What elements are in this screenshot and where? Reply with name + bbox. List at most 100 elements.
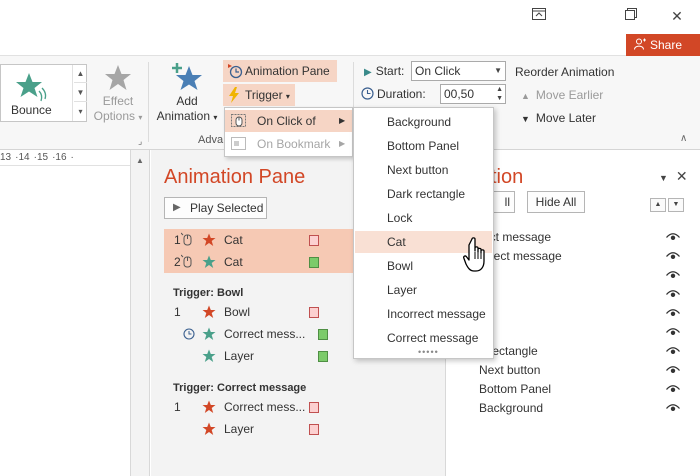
selection-item[interactable]: Bottom Panel bbox=[479, 380, 689, 399]
animation-row[interactable]: Layer bbox=[164, 418, 444, 440]
scroll-up-icon[interactable]: ▲ bbox=[136, 156, 144, 165]
duration-stepper[interactable]: 00,50 ▲ ▼ bbox=[440, 84, 506, 104]
timeline-bar[interactable] bbox=[309, 424, 319, 435]
play-icon: ▶ bbox=[173, 202, 181, 213]
star-icon bbox=[202, 233, 216, 246]
star-icon bbox=[202, 400, 216, 413]
hide-all-button[interactable]: Hide All bbox=[527, 191, 585, 213]
pane-options-chevron-icon[interactable]: ▼ bbox=[659, 173, 668, 183]
spin-up-icon[interactable]: ▲ bbox=[496, 86, 503, 94]
mouse-click-icon bbox=[231, 114, 246, 127]
trigger-button[interactable]: Trigger ▾ bbox=[223, 84, 295, 106]
timeline-bar[interactable] bbox=[318, 351, 328, 362]
close-pane-icon[interactable]: ✕ bbox=[676, 168, 688, 184]
menu-item-correct-message[interactable]: Correct message bbox=[355, 327, 492, 349]
title-bar: ✕ Share bbox=[0, 0, 700, 56]
trigger-object-menu: Background Bottom Panel Next button Dark… bbox=[353, 107, 494, 359]
selection-item[interactable]: Background bbox=[479, 399, 689, 418]
eye-icon[interactable] bbox=[666, 271, 680, 280]
duration-value: 00,50 bbox=[444, 87, 475, 101]
gallery-more-icon[interactable]: ▾ bbox=[74, 103, 87, 121]
menu-resize-grip-icon[interactable]: ••••• bbox=[418, 347, 439, 357]
move-later-button[interactable]: ▼ Move Later bbox=[521, 111, 596, 125]
animation-row[interactable]: 1 Correct mess... bbox=[164, 396, 444, 418]
chevron-down-icon: ▾ bbox=[138, 113, 143, 122]
chevron-down-icon: ▾ bbox=[213, 113, 218, 122]
selection-item[interactable] bbox=[479, 266, 689, 285]
star-icon bbox=[202, 305, 216, 318]
menu-item-bottom-panel[interactable]: Bottom Panel bbox=[355, 135, 492, 157]
menu-item-background[interactable]: Background bbox=[355, 111, 492, 133]
gallery-scroll-down-icon[interactable]: ▼ bbox=[74, 84, 87, 102]
menu-item-dark-rectangle[interactable]: Dark rectangle bbox=[355, 183, 492, 205]
eye-icon[interactable] bbox=[666, 347, 680, 356]
menu-item-on-click-of[interactable]: On Click of ▶ bbox=[225, 110, 352, 132]
chevron-down-icon: ▾ bbox=[285, 92, 290, 101]
menu-item-layer[interactable]: Layer bbox=[355, 279, 492, 301]
selection-item[interactable]: rect message bbox=[479, 228, 689, 247]
gallery-item-bounce[interactable]: Bounce bbox=[1, 65, 73, 121]
timeline-bar[interactable] bbox=[309, 257, 319, 268]
ruler-tick: 16 bbox=[55, 152, 67, 163]
play-selected-label: Play Selected bbox=[190, 201, 264, 215]
timeline-bar[interactable] bbox=[309, 307, 319, 318]
add-animation-label-2: Animation bbox=[156, 109, 210, 123]
move-earlier-button[interactable]: ▲ Move Earlier bbox=[521, 88, 603, 102]
timeline-bar[interactable] bbox=[309, 235, 319, 246]
eye-icon[interactable] bbox=[666, 290, 680, 299]
gallery-scroll-up-icon[interactable]: ▲ bbox=[74, 65, 87, 83]
selection-item[interactable] bbox=[479, 304, 689, 323]
selection-pane-title: tion bbox=[491, 166, 524, 188]
eye-icon[interactable] bbox=[666, 233, 680, 242]
bring-forward-icon[interactable]: ▲ bbox=[650, 198, 666, 212]
start-label: ▶ Start: bbox=[364, 64, 405, 78]
dialog-launcher-icon[interactable]: ⌟ bbox=[138, 136, 142, 147]
menu-item-incorrect-message[interactable]: Incorrect message bbox=[355, 303, 492, 325]
selection-item[interactable]: orrect message bbox=[479, 247, 689, 266]
spin-down-icon[interactable]: ▼ bbox=[496, 95, 503, 103]
effect-options-label-2: Options bbox=[93, 109, 135, 123]
clock-icon bbox=[361, 87, 374, 100]
menu-item-lock[interactable]: Lock bbox=[355, 207, 492, 229]
start-select[interactable]: On Click ▼ bbox=[411, 61, 506, 81]
close-icon[interactable]: ✕ bbox=[667, 8, 687, 24]
reorder-animation-label: Reorder Animation bbox=[515, 65, 615, 79]
trigger-heading: Trigger: Bowl bbox=[173, 287, 244, 299]
arrow-up-icon: ▲ bbox=[521, 91, 530, 101]
ruler-tick: 14 bbox=[18, 152, 30, 163]
ribbon-group-separator bbox=[148, 62, 149, 142]
share-label: Share bbox=[650, 38, 683, 52]
add-animation-button[interactable]: Add Animation ▾ bbox=[152, 62, 222, 125]
eye-icon[interactable] bbox=[666, 385, 680, 394]
selection-item[interactable] bbox=[479, 323, 689, 342]
bookmark-icon bbox=[231, 137, 246, 150]
restore-icon[interactable] bbox=[621, 8, 641, 24]
effect-options-button[interactable]: Effect Options ▾ bbox=[92, 64, 144, 125]
eye-icon[interactable] bbox=[666, 252, 680, 261]
star-icon bbox=[202, 422, 216, 435]
menu-item-on-bookmark[interactable]: On Bookmark ▶ bbox=[225, 133, 352, 155]
selection-item[interactable]: Next button bbox=[479, 361, 689, 380]
eye-icon[interactable] bbox=[666, 328, 680, 337]
vertical-scrollbar[interactable] bbox=[130, 150, 150, 476]
chevron-down-icon: ▼ bbox=[494, 66, 502, 75]
submenu-arrow-icon: ▶ bbox=[339, 116, 346, 125]
animation-gallery[interactable]: Bounce ▲ ▼ ▾ bbox=[0, 64, 87, 122]
menu-item-next-button[interactable]: Next button bbox=[355, 159, 492, 181]
play-selected-button[interactable]: ▶ Play Selected bbox=[164, 197, 267, 219]
animation-row-name: Layer bbox=[224, 422, 255, 436]
duration-label: Duration: bbox=[361, 87, 426, 101]
eye-icon[interactable] bbox=[666, 309, 680, 318]
eye-icon[interactable] bbox=[666, 404, 680, 413]
selection-item[interactable]: k rectangle bbox=[479, 342, 689, 361]
selection-item[interactable] bbox=[479, 285, 689, 304]
eye-icon[interactable] bbox=[666, 366, 680, 375]
timeline-bar[interactable] bbox=[318, 329, 328, 340]
collapse-ribbon-icon[interactable]: ∧ bbox=[680, 133, 687, 144]
animation-pane-button[interactable]: Animation Pane bbox=[223, 60, 337, 82]
send-backward-icon[interactable]: ▼ bbox=[668, 198, 684, 212]
timeline-bar[interactable] bbox=[309, 402, 319, 413]
ribbon-display-options-icon[interactable] bbox=[529, 8, 549, 24]
animation-pane-icon bbox=[228, 64, 243, 79]
share-button[interactable]: Share bbox=[626, 34, 700, 56]
